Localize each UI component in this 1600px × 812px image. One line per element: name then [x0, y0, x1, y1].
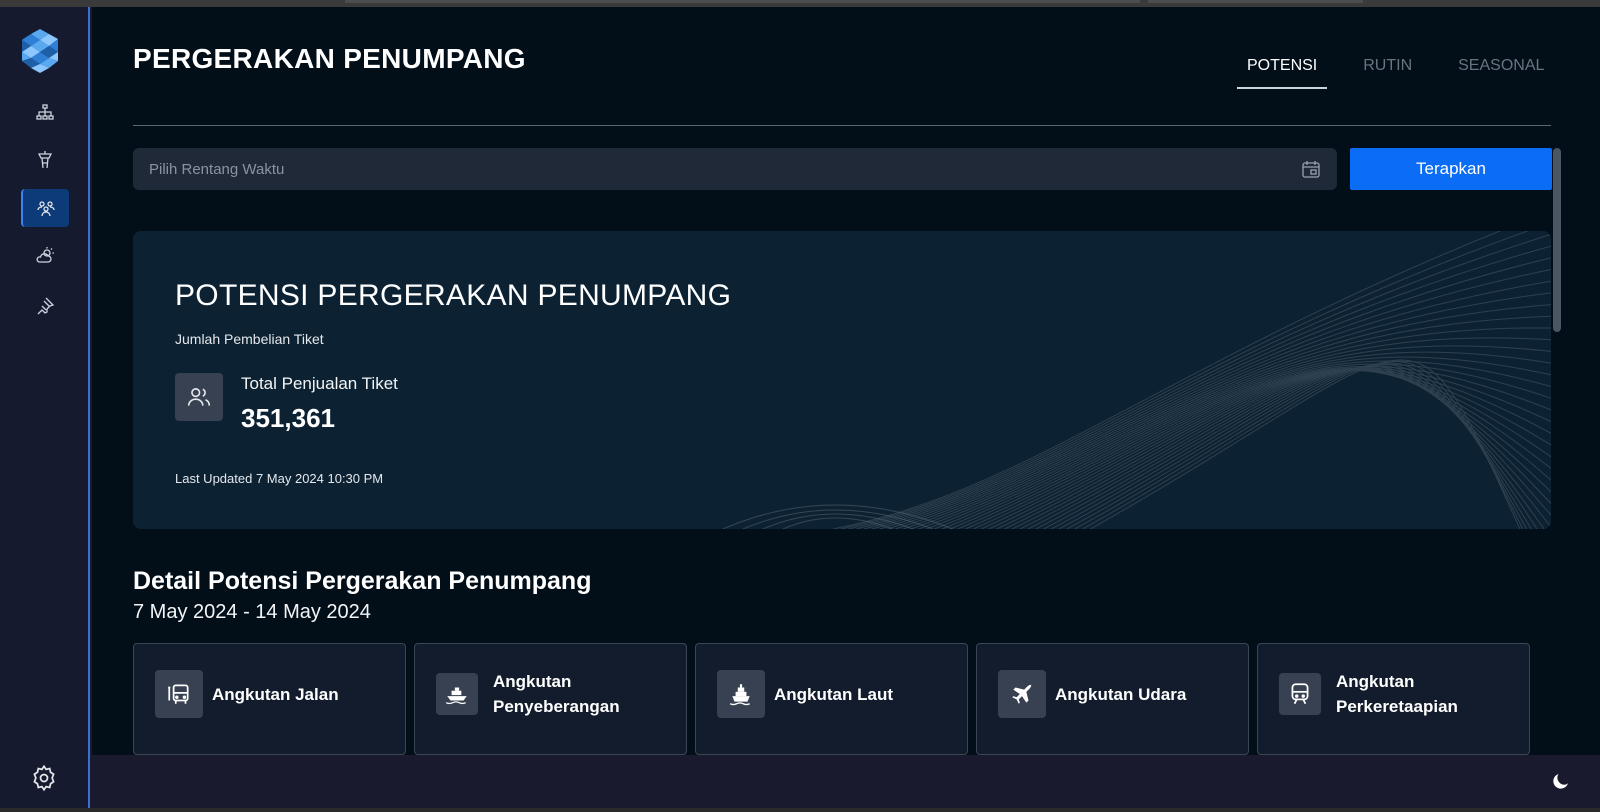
train-icon	[1279, 673, 1321, 715]
ferry-icon	[436, 673, 478, 715]
summary-title: POTENSI PERGERAKAN PENUMPANG	[175, 279, 732, 312]
header-divider	[133, 125, 1551, 126]
dark-mode-moon-icon[interactable]	[1551, 771, 1571, 791]
card-angkutan-perkeretaapian[interactable]: Angkutan Perkeretaapian	[1257, 643, 1530, 755]
network-icon	[36, 104, 54, 120]
tab-seasonal[interactable]: SEASONAL	[1448, 47, 1554, 89]
ship-icon	[717, 670, 765, 718]
date-range-input[interactable]	[149, 160, 1249, 178]
sidebar-item-control-tower[interactable]	[21, 141, 69, 179]
card-angkutan-penyeberangan[interactable]: Angkutan Penyeberangan	[414, 643, 687, 755]
passengers-icon	[37, 201, 55, 217]
card-angkutan-laut[interactable]: Angkutan Laut	[695, 643, 968, 755]
settings-gear-icon[interactable]	[30, 764, 58, 792]
scrollbar-thumb[interactable]	[1553, 148, 1561, 332]
card-angkutan-jalan[interactable]: Angkutan Jalan	[133, 643, 406, 755]
sidebar-item-network[interactable]	[21, 93, 69, 131]
bus-icon	[155, 670, 203, 718]
control-tower-icon	[37, 151, 53, 169]
summary-subtitle: Jumlah Pembelian Tiket	[175, 331, 324, 347]
apply-button[interactable]: Terapkan	[1350, 148, 1552, 190]
sidebar	[0, 7, 90, 812]
tab-potensi[interactable]: POTENSI	[1237, 47, 1328, 89]
card-label: Angkutan Laut	[774, 685, 893, 704]
sidebar-item-passengers[interactable]	[21, 189, 69, 227]
page-title: PERGERAKAN PENUMPANG	[133, 43, 526, 74]
window-bottom-edge	[0, 808, 1600, 812]
card-angkutan-udara[interactable]: Angkutan Udara	[976, 643, 1249, 755]
detail-date-range: 7 May 2024 - 14 May 2024	[133, 601, 371, 623]
app-logo-icon	[22, 29, 58, 73]
view-tabs: POTENSI RUTIN SEASONAL	[1237, 47, 1580, 89]
card-label: Angkutan Perkeretaapian	[1336, 672, 1458, 716]
card-label: Angkutan Jalan	[212, 685, 339, 704]
calendar-icon[interactable]	[1301, 159, 1321, 179]
sidebar-item-weather[interactable]	[21, 237, 69, 275]
summary-card: POTENSI PERGERAKAN PENUMPANG Jumlah Pemb…	[133, 231, 1551, 529]
weather-icon	[36, 247, 54, 263]
total-tickets-value: 351,361	[241, 403, 335, 433]
airplane-icon	[998, 670, 1046, 718]
card-label: Angkutan Penyeberangan	[493, 672, 620, 716]
pin-icon	[37, 297, 55, 315]
browser-tab-strip	[345, 0, 1140, 3]
last-updated-text: Last Updated 7 May 2024 10:30 PM	[175, 471, 384, 486]
card-label: Angkutan Udara	[1055, 685, 1187, 704]
users-icon	[175, 373, 223, 421]
main-content: PERGERAKAN PENUMPANG POTENSI RUTIN SEASO…	[92, 7, 1600, 755]
tab-rutin[interactable]: RUTIN	[1353, 47, 1422, 89]
browser-top-strip	[0, 0, 1600, 7]
date-range-field[interactable]	[133, 148, 1337, 190]
sidebar-item-pin[interactable]	[21, 287, 69, 325]
browser-tab-strip-secondary	[1148, 0, 1363, 3]
total-tickets-label: Total Penjualan Tiket	[241, 374, 398, 393]
transport-cards: Angkutan Jalan Angkutan Penyeberangan An…	[133, 643, 1551, 755]
detail-section-title: Detail Potensi Pergerakan Penumpang	[133, 567, 592, 595]
